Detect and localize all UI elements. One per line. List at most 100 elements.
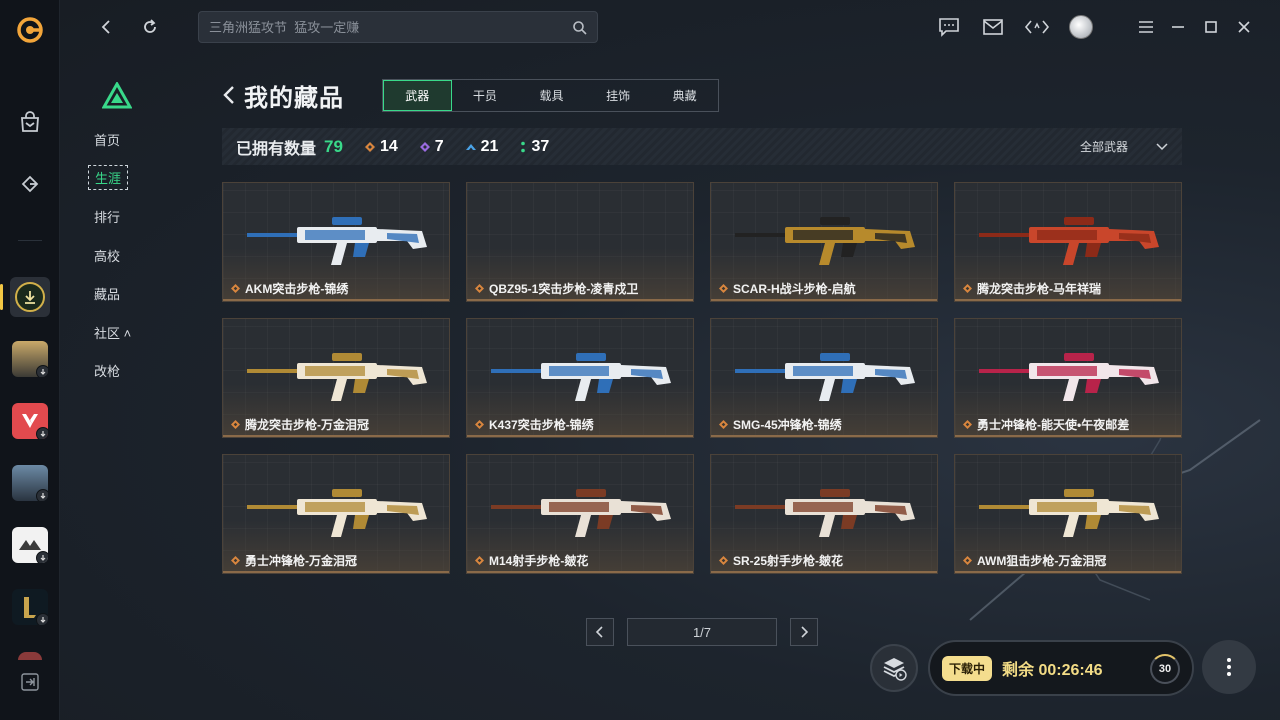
minimize-button[interactable] [1165,14,1191,40]
tab-charms[interactable]: 挂饰 [585,80,652,111]
rarity-diamond-icon [231,284,240,293]
rarity-diamond-icon [963,420,972,429]
nav-item-ranking[interactable]: 排行 [94,207,120,226]
rarity-count: 21 [480,137,499,155]
connection-button[interactable] [1024,14,1050,40]
prev-page-button[interactable] [586,618,614,646]
weapon-name: AKM突击步枪-锦绣 [231,280,348,297]
back-arrow-icon[interactable] [222,85,236,105]
weapon-card[interactable]: 勇士冲锋枪-万金泪冠 [222,454,450,574]
rail-app-warframe[interactable] [10,525,50,565]
search-icon[interactable] [572,20,587,35]
weapon-card[interactable]: SMG-45冲锋枪-锦绣 [710,318,938,438]
maximize-button[interactable] [1198,14,1224,40]
page-header: 我的藏品 [222,78,344,112]
back-button[interactable] [93,14,119,40]
mail-button[interactable] [980,14,1006,40]
weapon-name-label: 勇士冲锋枪-能天使•午夜邮差 [977,418,1130,432]
refresh-button[interactable] [137,14,163,40]
weapon-name: AWM狙击步枪-万金泪冠 [963,552,1106,569]
tab-vehicles[interactable]: 载具 [518,80,585,111]
more-options-button[interactable] [1202,640,1256,694]
close-button[interactable] [1231,14,1257,40]
weapon-card[interactable]: QBZ95-1突击步枪-凌青戍卫 [466,182,694,302]
owned-label: 已拥有数量 [236,140,317,158]
owned-count: 79 [324,136,343,156]
rarity-count: 37 [531,137,550,155]
rail-app-delta[interactable] [10,277,50,317]
active-indicator [0,284,3,310]
tab-weapons[interactable]: 武器 [383,80,452,111]
avatar[interactable] [1068,14,1094,40]
search-bar[interactable] [198,11,598,43]
weapon-name-label: M14射手步枪-皴花 [489,554,589,568]
game-icon [12,465,48,501]
weapon-image [247,353,427,401]
weapon-card[interactable]: AKM突击步枪-锦绣 [222,182,450,302]
weapon-card[interactable]: M14射手步枪-皴花 [466,454,694,574]
maximize-icon [1205,21,1217,33]
close-icon [1238,21,1250,33]
weapon-name-label: SCAR-H战斗步枪-启航 [733,282,856,296]
pubg-icon [12,341,48,377]
rail-app-partial[interactable] [18,652,42,660]
app-logo[interactable] [10,10,50,50]
nav-item-community[interactable]: 社区 ˄ [94,323,131,342]
search-input[interactable] [209,19,572,35]
rarity-count: 14 [379,137,398,155]
weapon-name-label: 腾龙突击步枪-万金泪冠 [245,418,369,432]
weapon-card[interactable]: SCAR-H战斗步枪-启航 [710,182,938,302]
tab-collectibles[interactable]: 典藏 [651,80,718,111]
rarity-chip-green: 37 [520,138,549,156]
stats-bar: 已拥有数量 79 14 7 21 37 全部武器 [222,128,1182,165]
lol-icon [12,589,48,625]
download-progress-pill[interactable]: 下载中 剩余 00:26:46 30 [928,640,1194,696]
menu-button[interactable] [1133,14,1159,40]
collapse-rail-button[interactable] [10,662,50,702]
collapse-icon [21,673,39,691]
chevron-down-icon [1156,142,1168,150]
rail-app-game3[interactable] [10,463,50,503]
valorant-icon [12,403,48,439]
weapon-image [247,489,427,537]
chat-icon [939,18,959,37]
signal-icon [1024,20,1050,34]
weapon-card[interactable]: 腾龙突击步枪-马年祥瑞 [954,182,1182,302]
weapon-name: SCAR-H战斗步枪-启航 [719,280,856,297]
nav-item-collection[interactable]: 藏品 [94,284,120,303]
download-icon [15,282,45,312]
chat-button[interactable] [936,14,962,40]
nav-item-college[interactable]: 高校 [94,246,120,265]
layers-icon [883,658,907,681]
blue-chevron-icon [465,143,476,150]
app-rail [0,0,60,720]
weapon-card[interactable]: SR-25射手步枪-皴花 [710,454,938,574]
filter-label: 全部武器 [1079,140,1128,154]
store-button[interactable] [10,102,50,142]
weapon-card[interactable]: K437突击步枪-锦绣 [466,318,694,438]
gamepad-icon [21,175,39,193]
next-page-button[interactable] [790,618,818,646]
download-manager-button[interactable] [870,644,918,692]
rarity-chip-orange: 14 [364,137,398,156]
rail-app-pubg[interactable] [10,339,50,379]
nav-item-gunsmith[interactable]: 改枪 [94,361,120,380]
weapon-name: M14射手步枪-皴花 [475,552,588,569]
hamburger-icon [1139,21,1153,33]
rarity-chip-purple: 7 [419,138,444,156]
weapon-name-label: QBZ95-1突击步枪-凌青戍卫 [489,282,639,296]
download-remaining-time: 剩余 00:26:46 [1002,662,1103,679]
tab-operators[interactable]: 干员 [452,80,519,111]
nav-item-home[interactable]: 首页 [94,130,120,149]
rail-app-valorant[interactable] [10,401,50,441]
rail-app-lol[interactable] [10,587,50,627]
games-button[interactable] [10,164,50,204]
weapon-name: 勇士冲锋枪-万金泪冠 [231,552,357,569]
section-logo [101,80,133,115]
nav-item-career[interactable]: 生涯 [88,165,129,190]
chevron-right-icon [801,626,809,638]
weapon-card[interactable]: 腾龙突击步枪-万金泪冠 [222,318,450,438]
weapon-card[interactable]: 勇士冲锋枪-能天使•午夜邮差 [954,318,1182,438]
weapon-card[interactable]: AWM狙击步枪-万金泪冠 [954,454,1182,574]
weapon-filter-dropdown[interactable]: 全部武器 [1080,128,1168,165]
